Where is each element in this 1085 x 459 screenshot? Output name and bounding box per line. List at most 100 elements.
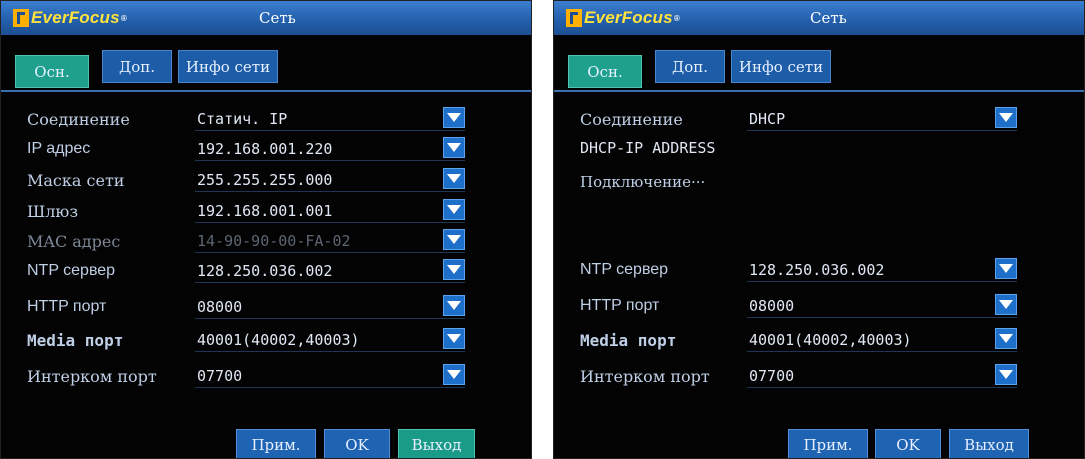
ip-address-row: IP адрес 192.168.001.220 <box>1 137 531 163</box>
exit-button[interactable]: Выход <box>949 429 1029 458</box>
chevron-down-icon[interactable] <box>443 259 465 280</box>
media-port-field[interactable]: 40001(40002,40003) <box>195 328 465 352</box>
http-port-label: HTTP порт <box>27 298 107 315</box>
media-port-row: Media порт 40001(40002,40003) <box>1 328 531 354</box>
network-panel-dhcp: EverFocus ® Сеть Осн. Доп. Инфо сети Сое… <box>553 0 1085 459</box>
tab-network-info[interactable]: Инфо сети <box>731 50 831 83</box>
mac-address-label: MAC адрес <box>27 232 121 251</box>
http-port-value: 08000 <box>749 297 795 315</box>
logo-text: EverFocus <box>584 8 673 27</box>
ntp-server-label: NTP сервер <box>580 261 669 278</box>
chevron-down-icon[interactable] <box>995 294 1017 315</box>
intercom-port-field[interactable]: 07700 <box>747 364 1017 388</box>
http-port-field[interactable]: 08000 <box>747 294 1017 318</box>
everfocus-logo: EverFocus ® <box>566 7 680 29</box>
subnet-mask-value: 255.255.255.000 <box>197 171 333 189</box>
logo-registered-mark: ® <box>120 13 127 23</box>
chevron-down-icon[interactable] <box>443 295 465 316</box>
tab-basic[interactable]: Осн. <box>568 55 642 88</box>
intercom-port-row: Интерком порт 07700 <box>554 364 1084 390</box>
ip-address-field[interactable]: 192.168.001.220 <box>195 137 465 161</box>
ntp-server-field[interactable]: 128.250.036.002 <box>195 259 465 283</box>
gateway-label: Шлюз <box>27 202 79 221</box>
connection-label: Соединение <box>27 110 130 129</box>
ntp-server-label: NTP сервер <box>27 262 116 279</box>
chevron-down-icon[interactable] <box>443 168 465 189</box>
tab-network-info[interactable]: Инфо сети <box>178 50 278 83</box>
ntp-server-field[interactable]: 128.250.036.002 <box>747 258 1017 282</box>
ntp-server-value: 128.250.036.002 <box>749 261 885 279</box>
everfocus-logo: EverFocus ® <box>13 7 127 29</box>
everfocus-logo-icon <box>13 9 29 27</box>
everfocus-logo-icon <box>566 9 582 27</box>
intercom-port-field[interactable]: 07700 <box>195 364 465 388</box>
connection-row: Соединение DHCP <box>554 107 1084 133</box>
connection-select[interactable]: DHCP <box>747 107 1017 131</box>
title-bar: EverFocus ® Сеть <box>1 1 531 35</box>
ok-button[interactable]: OK <box>324 429 390 458</box>
ntp-server-row: NTP сервер 128.250.036.002 <box>1 259 531 285</box>
chevron-down-icon[interactable] <box>995 107 1017 128</box>
ntp-server-row: NTP сервер 128.250.036.002 <box>554 258 1084 284</box>
mac-address-value: 14-90-90-00-FA-02 <box>197 232 351 250</box>
connection-value: Статич. IP <box>197 110 288 128</box>
media-port-field[interactable]: 40001(40002,40003) <box>747 328 1017 352</box>
chevron-down-icon[interactable] <box>995 364 1017 385</box>
intercom-port-row: Интерком порт 07700 <box>1 364 531 390</box>
ip-address-label: IP адрес <box>27 140 91 157</box>
tab-advanced[interactable]: Доп. <box>102 50 172 83</box>
media-port-value: 40001(40002,40003) <box>197 331 360 349</box>
ntp-server-value: 128.250.036.002 <box>197 262 333 280</box>
tab-advanced[interactable]: Доп. <box>655 50 725 83</box>
connection-select[interactable]: Статич. IP <box>195 107 465 131</box>
network-panel-static: EverFocus ® Сеть Осн. Доп. Инфо сети Сое… <box>0 0 532 459</box>
apply-button[interactable]: Прим. <box>788 429 868 458</box>
logo-registered-mark: ® <box>673 13 680 23</box>
http-port-row: HTTP порт 08000 <box>1 295 531 321</box>
intercom-port-value: 07700 <box>197 367 243 385</box>
http-port-field[interactable]: 08000 <box>195 295 465 319</box>
chevron-down-icon[interactable] <box>443 229 465 250</box>
mac-address-field: 14-90-90-00-FA-02 <box>195 229 465 253</box>
chevron-down-icon[interactable] <box>443 137 465 158</box>
media-port-value: 40001(40002,40003) <box>749 331 912 349</box>
dhcp-ip-label: DHCP-IP ADDRESS <box>580 139 716 157</box>
media-port-label: Media порт <box>580 331 677 350</box>
http-port-row: HTTP порт 08000 <box>554 294 1084 320</box>
logo-text: EverFocus <box>31 8 120 27</box>
connection-label: Соединение <box>580 110 683 129</box>
chevron-down-icon[interactable] <box>443 199 465 220</box>
gateway-field[interactable]: 192.168.001.001 <box>195 199 465 223</box>
screenshot: EverFocus ® Сеть Осн. Доп. Инфо сети Сое… <box>0 0 1085 459</box>
chevron-down-icon[interactable] <box>443 107 465 128</box>
intercom-port-value: 07700 <box>749 367 795 385</box>
media-port-label: Media порт <box>27 331 124 350</box>
title-bar: EverFocus ® Сеть <box>554 1 1084 35</box>
subnet-mask-row: Маска сети 255.255.255.000 <box>1 168 531 194</box>
connection-row: Соединение Статич. IP <box>1 107 531 133</box>
chevron-down-icon[interactable] <box>443 328 465 349</box>
page-title: Сеть <box>259 9 296 27</box>
mac-address-row: MAC адрес 14-90-90-00-FA-02 <box>1 229 531 255</box>
intercom-port-label: Интерком порт <box>580 367 710 386</box>
ip-address-value: 192.168.001.220 <box>197 140 333 158</box>
apply-button[interactable]: Прим. <box>236 429 316 458</box>
connecting-status: Подключение··· <box>580 173 706 191</box>
http-port-label: HTTP порт <box>580 297 660 314</box>
chevron-down-icon[interactable] <box>995 258 1017 279</box>
ok-button[interactable]: OK <box>875 429 941 458</box>
http-port-value: 08000 <box>197 298 243 316</box>
subnet-mask-field[interactable]: 255.255.255.000 <box>195 168 465 192</box>
exit-button[interactable]: Выход <box>398 429 475 458</box>
chevron-down-icon[interactable] <box>995 328 1017 349</box>
tab-basic[interactable]: Осн. <box>15 55 89 88</box>
gateway-row: Шлюз 192.168.001.001 <box>1 199 531 225</box>
intercom-port-label: Интерком порт <box>27 367 157 386</box>
subnet-mask-label: Маска сети <box>27 171 125 190</box>
gateway-value: 192.168.001.001 <box>197 202 333 220</box>
media-port-row: Media порт 40001(40002,40003) <box>554 328 1084 354</box>
chevron-down-icon[interactable] <box>443 364 465 385</box>
tab-separator <box>1 90 531 92</box>
tab-separator <box>554 90 1084 92</box>
page-title: Сеть <box>810 9 847 27</box>
